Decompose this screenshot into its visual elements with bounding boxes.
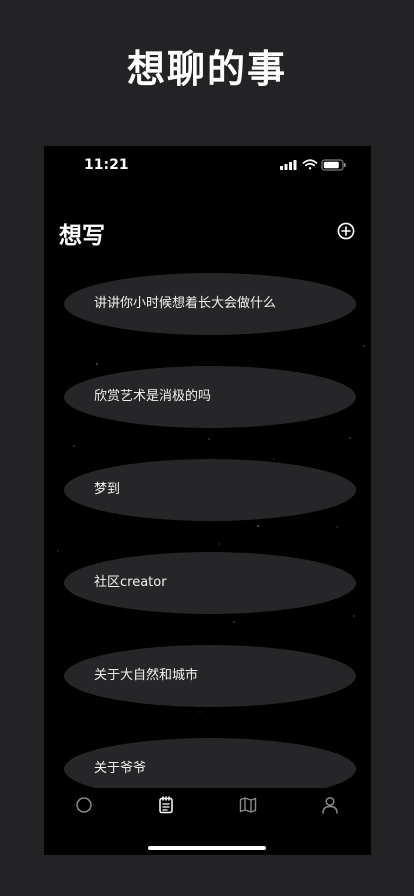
topic-card[interactable]: 关于大自然和城市 bbox=[64, 645, 356, 707]
person-icon[interactable] bbox=[320, 795, 340, 815]
phone-screen: 11:21 想写 讲讲你小时候想着长大会做什么 欣赏艺术是消极的吗 梦到 社区c… bbox=[44, 146, 371, 855]
topic-card[interactable]: 讲讲你小时候想着长大会做什么 bbox=[64, 273, 356, 335]
topic-label: 社区creator bbox=[94, 575, 167, 590]
topic-list: 讲讲你小时候想着长大会做什么 欣赏艺术是消极的吗 梦到 社区creator 关于… bbox=[44, 146, 371, 855]
topic-label: 讲讲你小时候想着长大会做什么 bbox=[94, 296, 277, 311]
promo-title: 想聊的事 bbox=[126, 47, 287, 91]
topic-label: 关于大自然和城市 bbox=[94, 668, 199, 683]
tab-bar bbox=[44, 788, 371, 822]
map-icon[interactable] bbox=[238, 795, 258, 815]
circle-icon[interactable] bbox=[74, 795, 94, 815]
topic-card[interactable]: 梦到 bbox=[64, 459, 356, 521]
topic-label: 梦到 bbox=[94, 482, 121, 497]
topic-card[interactable]: 欣赏艺术是消极的吗 bbox=[64, 366, 356, 428]
topic-card[interactable]: 社区creator bbox=[64, 552, 356, 614]
topic-label: 欣赏艺术是消极的吗 bbox=[94, 389, 212, 404]
home-indicator[interactable] bbox=[148, 846, 266, 850]
notepad-icon[interactable] bbox=[156, 795, 176, 815]
